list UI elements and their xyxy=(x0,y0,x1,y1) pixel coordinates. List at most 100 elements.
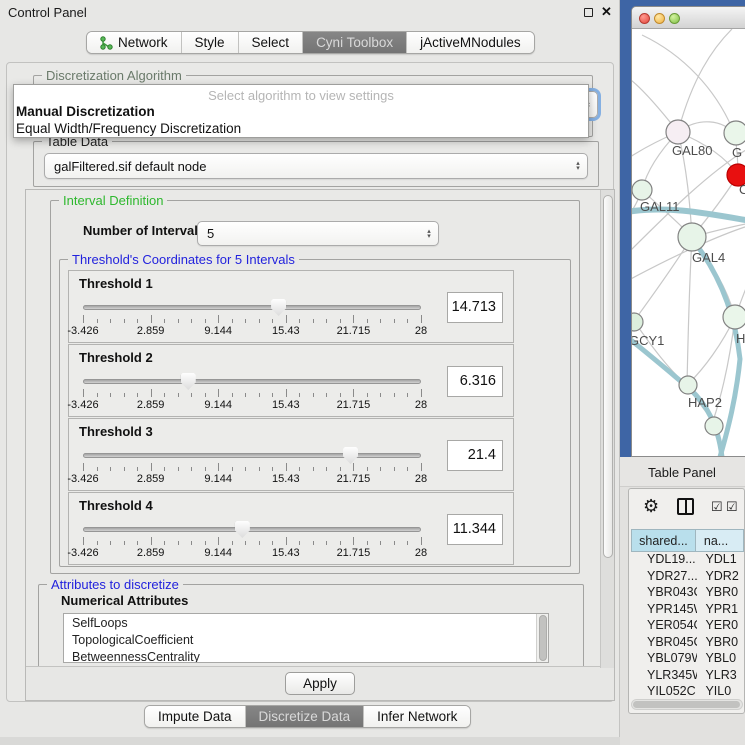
table-row[interactable]: YPR145WYPR1 xyxy=(631,602,744,619)
table-row[interactable]: YBL079WYBL0 xyxy=(631,651,744,668)
table-row[interactable]: YDL19...YDL1 xyxy=(631,552,744,569)
attribute-list-item[interactable]: BetweennessCentrality xyxy=(64,648,548,663)
table-data-combobox[interactable]: galFiltered.sif default node ▴▾ xyxy=(44,153,588,179)
slider-tick-labels: -3.4262.8599.14415.4321.71528 xyxy=(83,547,421,559)
slider-track[interactable] xyxy=(83,453,421,458)
threshold-slider[interactable]: -3.4262.8599.14415.4321.71528 xyxy=(83,447,421,487)
tab-impute-data[interactable]: Impute Data xyxy=(145,706,245,727)
network-node-label-partial: H xyxy=(736,331,745,346)
table-cell: YBL079W xyxy=(631,651,697,668)
slider-thumb[interactable] xyxy=(235,521,250,538)
settings-scroll-panel: Interval Definition Number of Intervals … xyxy=(25,189,615,701)
table-row[interactable]: YBR045CYBR0 xyxy=(631,635,744,652)
network-canvas[interactable]: GAL80GAL11GAL4GCY1HAP2GCH xyxy=(632,29,745,457)
network-node[interactable] xyxy=(705,417,723,435)
table-panel: Table Panel ⚙ ☑ ☑ shared...na... YDL19..… xyxy=(620,457,745,745)
network-desktop-area: GAL80GAL11GAL4GCY1HAP2GCH xyxy=(620,0,745,457)
table-cell: YDL19... xyxy=(631,552,697,569)
slider-track[interactable] xyxy=(83,379,421,384)
table-h-scrollbar[interactable] xyxy=(631,699,743,710)
apply-button[interactable]: Apply xyxy=(285,672,355,695)
network-node-label-partial: G xyxy=(732,145,742,160)
table-row[interactable]: YLR345WYLR3 xyxy=(631,668,744,685)
tab-label: Network xyxy=(118,35,168,50)
network-node-label: GCY1 xyxy=(632,333,664,348)
zoom-traffic-light-icon[interactable] xyxy=(669,13,680,24)
threshold-panel: Threshold 3-3.4262.8599.14415.4321.71528… xyxy=(68,418,514,491)
slider-thumb[interactable] xyxy=(271,299,286,316)
network-node[interactable] xyxy=(723,305,745,329)
threshold-value-field[interactable]: 21.4 xyxy=(447,440,503,471)
threshold-label: Threshold 4 xyxy=(79,498,153,513)
close-icon[interactable]: ✕ xyxy=(601,4,612,20)
dropdown-option-equal-width[interactable]: Equal Width/Frequency Discretization xyxy=(14,120,588,137)
network-node-gcy1[interactable] xyxy=(632,313,643,331)
network-edge[interactable] xyxy=(678,29,732,132)
dropdown-option-manual[interactable]: Manual Discretization xyxy=(14,103,588,120)
tab-label: Select xyxy=(252,35,290,50)
number-of-intervals-label: Number of Intervals xyxy=(83,223,205,238)
threshold-slider[interactable]: -3.4262.8599.14415.4321.71528 xyxy=(83,373,421,413)
split-pane-icon[interactable] xyxy=(677,498,694,515)
column-header-2[interactable]: na... xyxy=(696,529,744,552)
threshold-label: Threshold 2 xyxy=(79,350,153,365)
network-node-gal4[interactable] xyxy=(678,223,706,251)
minimize-traffic-light-icon[interactable] xyxy=(654,13,665,24)
attributes-listbox[interactable]: SelfLoopsTopologicalCoefficientBetweenne… xyxy=(63,613,549,663)
threshold-value-field[interactable]: 14.713 xyxy=(447,292,503,323)
slider-track[interactable] xyxy=(83,527,421,532)
network-edge[interactable] xyxy=(634,237,692,321)
table-cell: YLR3 xyxy=(697,668,744,685)
panel-scrollbar[interactable] xyxy=(600,190,614,668)
control-panel-tabs: Network Style Select Cyni Toolbox jActiveMNo… xyxy=(86,31,535,54)
threshold-value-field[interactable]: 6.316 xyxy=(447,366,503,397)
threshold-slider[interactable]: -3.4262.8599.14415.4321.71528 xyxy=(83,521,421,561)
network-node-hap2[interactable] xyxy=(679,376,697,394)
cyni-mode-tabs: Impute Data Discretize Data Infer Network xyxy=(144,705,471,728)
desktop: Control Panel ✕ Network Style Select Cyni T… xyxy=(0,0,745,745)
column-header-1[interactable]: shared... xyxy=(631,529,696,552)
checkbox-icon[interactable]: ☑ xyxy=(726,499,738,515)
attribute-list-item[interactable]: SelfLoops xyxy=(64,614,548,631)
slider-track[interactable] xyxy=(83,305,421,310)
close-traffic-light-icon[interactable] xyxy=(639,13,650,24)
cyni-toolbox-panel: Discretization Algorithm ▴▾ Select algor… xyxy=(6,62,614,702)
network-edge[interactable] xyxy=(642,35,735,135)
tab-network[interactable]: Network xyxy=(87,32,181,53)
slider-thumb[interactable] xyxy=(343,447,358,464)
float-window-icon[interactable] xyxy=(584,8,593,17)
list-scrollbar[interactable] xyxy=(536,614,548,662)
tab-infer-network[interactable]: Infer Network xyxy=(363,706,470,727)
slider-thumb[interactable] xyxy=(181,373,196,390)
network-node-gal80[interactable] xyxy=(666,120,690,144)
numerical-attributes-label: Numerical Attributes xyxy=(61,593,188,608)
tab-style[interactable]: Style xyxy=(181,32,238,53)
tab-label: jActiveMNodules xyxy=(420,35,521,50)
table-row[interactable]: YDR27...YDR2 xyxy=(631,569,744,586)
table-row[interactable]: YER054CYER0 xyxy=(631,618,744,635)
tab-select[interactable]: Select xyxy=(238,32,303,53)
number-of-intervals-combobox[interactable]: 5 ▴▾ xyxy=(197,221,439,246)
gear-icon[interactable]: ⚙ xyxy=(643,496,659,517)
table-row[interactable]: YBR043CYBR0 xyxy=(631,585,744,602)
tab-cyni-toolbox[interactable]: Cyni Toolbox xyxy=(302,32,406,53)
slider-tick-labels: -3.4262.8599.14415.4321.71528 xyxy=(83,325,421,337)
network-node[interactable] xyxy=(724,121,745,145)
threshold-slider[interactable]: -3.4262.8599.14415.4321.71528 xyxy=(83,299,421,339)
network-icon xyxy=(100,36,113,50)
table-cell: YBR043C xyxy=(631,585,697,602)
table-cell: YPR1 xyxy=(697,602,744,619)
tab-label: Discretize Data xyxy=(259,709,351,724)
right-side: GAL80GAL11GAL4GCY1HAP2GCH Table Panel ⚙ … xyxy=(620,0,745,745)
attribute-list-item[interactable]: TopologicalCoefficient xyxy=(64,631,548,648)
checkbox-icon[interactable]: ☑ xyxy=(711,499,723,515)
slider-ticks xyxy=(83,463,421,471)
threshold-value-field[interactable]: 11.344 xyxy=(447,514,503,545)
tab-discretize-data[interactable]: Discretize Data xyxy=(245,706,364,727)
table-cell: YDR27... xyxy=(631,569,697,586)
control-panel-title: Control Panel xyxy=(8,5,87,20)
network-edge[interactable] xyxy=(634,321,687,385)
network-node-gal11[interactable] xyxy=(632,180,652,200)
table-cell: YLR345W xyxy=(631,668,697,685)
tab-jactivemnodules[interactable]: jActiveMNodules xyxy=(406,32,534,53)
